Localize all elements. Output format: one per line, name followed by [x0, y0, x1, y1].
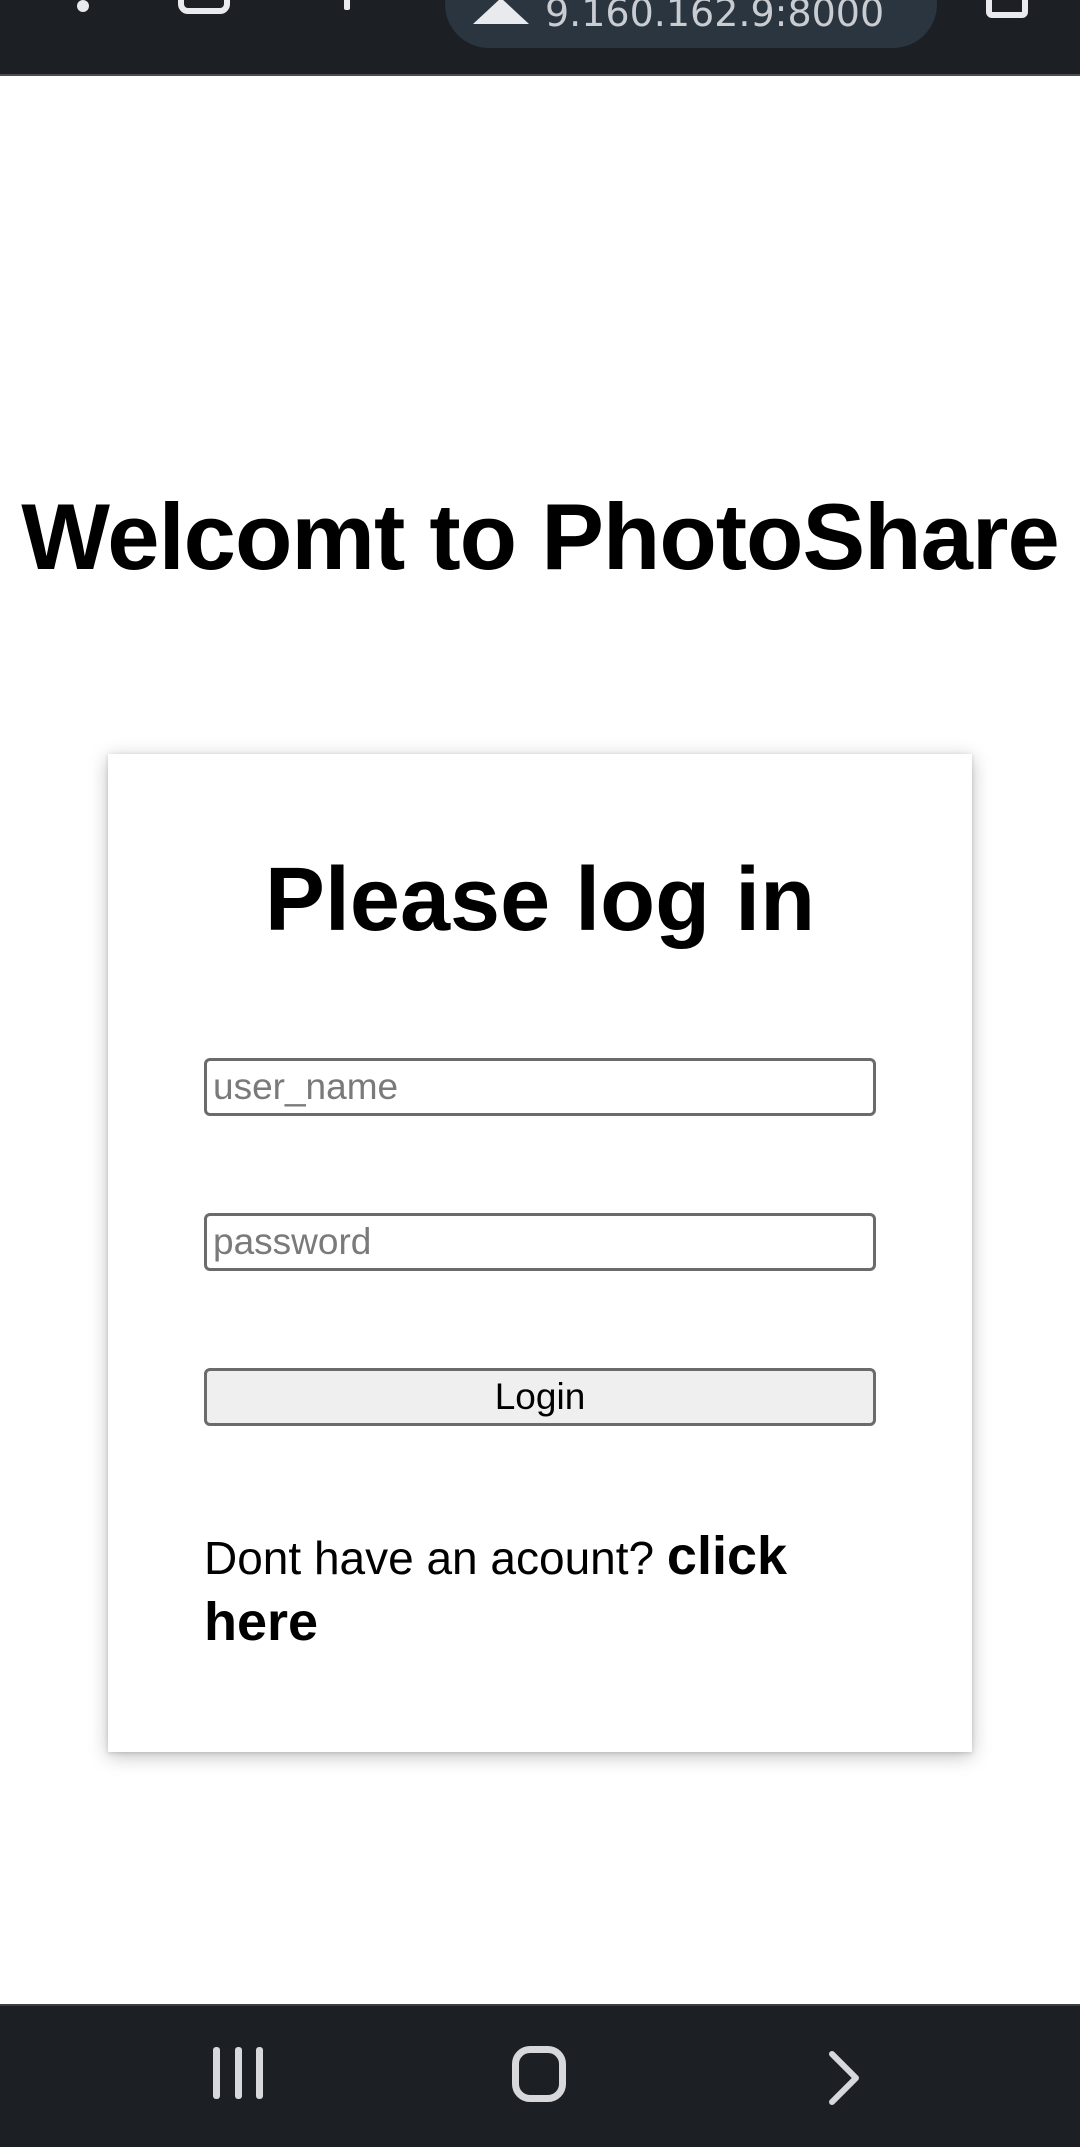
url-text: 9.160.162.9:8000: [545, 0, 885, 35]
username-input[interactable]: [204, 1058, 876, 1116]
signup-prompt: Dont have an acount? click here: [204, 1524, 876, 1656]
recents-icon[interactable]: [213, 2047, 263, 2103]
login-card: Please log in Login Dont have an acount?…: [108, 754, 972, 1752]
home-icon[interactable]: [512, 2046, 566, 2102]
password-input[interactable]: [204, 1213, 876, 1271]
tab-switcher-icon[interactable]: [986, 0, 1028, 18]
signup-prompt-text: Dont have an acount?: [204, 1532, 655, 1584]
url-bar[interactable]: 9.160.162.9:8000: [445, 0, 937, 48]
login-title: Please log in: [264, 850, 816, 950]
warning-icon: [473, 0, 529, 24]
system-nav-bar: [0, 2004, 1080, 2147]
welcome-title: Welcomt to PhotoShare: [21, 484, 1059, 589]
browser-toolbar: 9.160.162.9:8000: [0, 0, 1080, 76]
page: 9.160.162.9:8000 Welcomt to PhotoShare P…: [0, 0, 1080, 2147]
new-tab-plus-icon[interactable]: [344, 0, 350, 10]
login-button[interactable]: Login: [204, 1368, 876, 1426]
tabs-icon[interactable]: [178, 0, 230, 14]
back-icon[interactable]: [820, 2050, 868, 2106]
menu-dots-icon[interactable]: [76, 0, 90, 12]
